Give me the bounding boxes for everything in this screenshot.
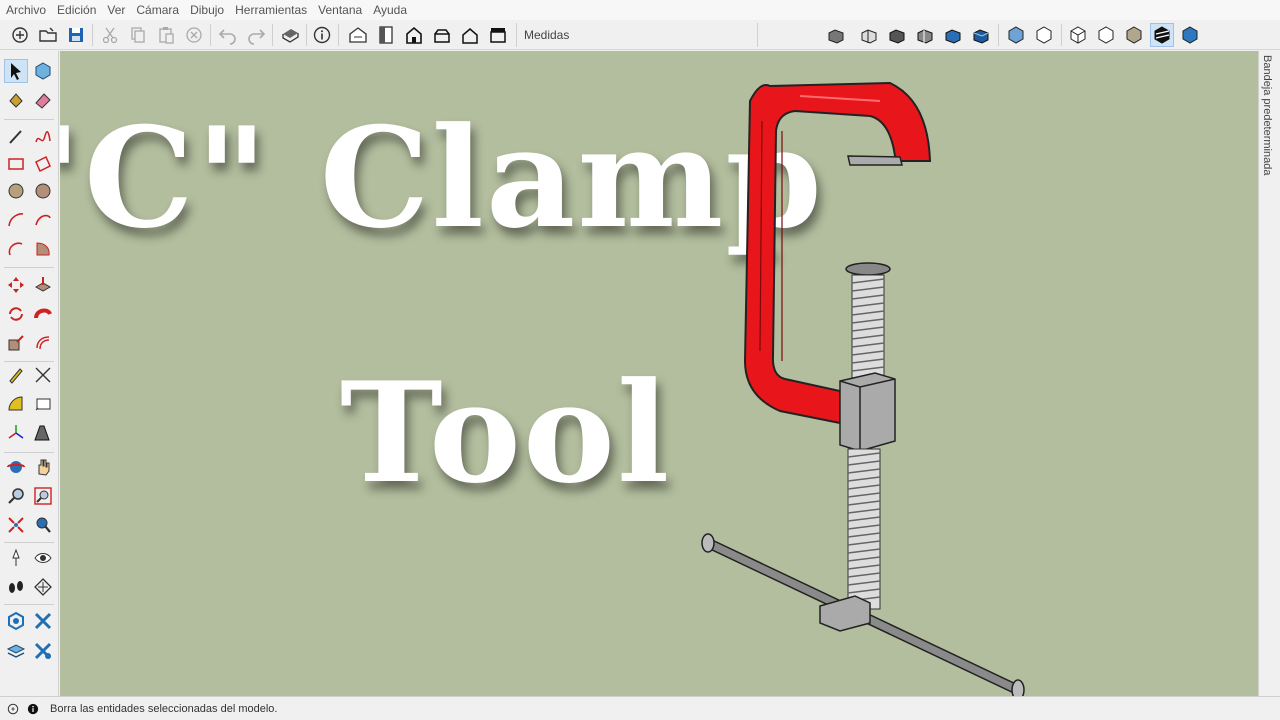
menu-dibujo[interactable]: Dibujo: [190, 3, 224, 17]
rectangle-icon[interactable]: [4, 152, 28, 176]
model-viewport[interactable]: "C" Clamp Tool: [60, 51, 1258, 696]
rotate-icon[interactable]: [4, 302, 28, 326]
make-component-icon[interactable]: [31, 59, 55, 83]
default-tray[interactable]: Bandeja predeterminada: [1258, 51, 1280, 696]
status-bar: Borra las entidades seleccionadas del mo…: [0, 696, 1280, 720]
iso-view-icon[interactable]: [346, 23, 370, 47]
cube-white-icon[interactable]: [1032, 23, 1056, 47]
tray-label[interactable]: Bandeja predeterminada: [1261, 55, 1273, 175]
select-arrow-icon[interactable]: [4, 59, 28, 83]
front-view-icon[interactable]: [402, 23, 426, 47]
orbit-icon[interactable]: [4, 455, 28, 479]
freehand-icon[interactable]: [31, 125, 55, 149]
overlay-title-line2: Tool: [340, 351, 672, 514]
menu-herramientas[interactable]: Herramientas: [235, 3, 307, 17]
move-icon[interactable]: [4, 273, 28, 297]
swivel-pad: [845, 262, 891, 276]
paste-icon[interactable]: [154, 23, 178, 47]
walk-icon[interactable]: [4, 575, 28, 599]
look-around-icon[interactable]: [31, 546, 55, 570]
model-info-icon[interactable]: [310, 23, 334, 47]
copy-icon[interactable]: [126, 23, 150, 47]
menu-edicion[interactable]: Edición: [57, 3, 96, 17]
top-view-icon[interactable]: [374, 23, 398, 47]
menu-ver[interactable]: Ver: [107, 3, 125, 17]
back-edges-style-icon[interactable]: [857, 23, 881, 47]
zoom-extents-icon[interactable]: [4, 513, 28, 537]
main-toolbar: Medidas: [0, 20, 1280, 50]
left-toolbar: [0, 51, 59, 696]
cube-striped-icon[interactable]: [1150, 23, 1174, 47]
section-plane-icon[interactable]: [31, 575, 55, 599]
text-icon[interactable]: [31, 392, 55, 416]
offset-icon[interactable]: [31, 331, 55, 355]
pencil-line-icon[interactable]: [4, 125, 28, 149]
redo-icon[interactable]: [244, 23, 268, 47]
print-icon[interactable]: [278, 23, 302, 47]
geo-location-icon[interactable]: [6, 702, 20, 716]
previous-view-icon[interactable]: [31, 513, 55, 537]
protractor-icon[interactable]: [4, 392, 28, 416]
hidden-line-style-icon[interactable]: [913, 23, 937, 47]
shaded-style-icon[interactable]: [941, 23, 965, 47]
paint-bucket-icon[interactable]: [4, 88, 28, 112]
follow-me-icon[interactable]: [31, 302, 55, 326]
eraser-icon[interactable]: [31, 88, 55, 112]
info-icon[interactable]: [26, 702, 40, 716]
layers-icon[interactable]: [4, 639, 28, 663]
status-message: Borra las entidades seleccionadas del mo…: [50, 702, 278, 715]
clamp-frame: [743, 81, 932, 425]
cube-blue-icon[interactable]: [1004, 23, 1028, 47]
push-pull-icon[interactable]: [31, 273, 55, 297]
measures-label: Medidas: [524, 28, 570, 42]
dimension-icon[interactable]: [31, 363, 55, 387]
3d-text-icon[interactable]: [31, 421, 55, 445]
three-point-arc-icon[interactable]: [4, 237, 28, 261]
tape-measure-icon[interactable]: [4, 363, 28, 387]
two-point-arc-icon[interactable]: [31, 208, 55, 232]
left-view-icon[interactable]: [486, 23, 510, 47]
open-folder-icon[interactable]: [36, 23, 60, 47]
xray-style-icon[interactable]: [824, 23, 848, 47]
cube-shaded-blue-icon[interactable]: [1178, 23, 1202, 47]
textured-style-icon[interactable]: [969, 23, 993, 47]
menu-camara[interactable]: Cámara: [136, 3, 179, 17]
cube-outline-icon[interactable]: [1066, 23, 1090, 47]
right-view-icon[interactable]: [430, 23, 454, 47]
wireframe-style-icon[interactable]: [885, 23, 909, 47]
extension-manager-icon[interactable]: [31, 639, 55, 663]
rotated-rectangle-icon[interactable]: [31, 152, 55, 176]
extension-warehouse-icon[interactable]: [31, 609, 55, 633]
position-camera-icon[interactable]: [4, 546, 28, 570]
c-clamp-model: [701, 81, 1025, 696]
cube-grey-icon[interactable]: [1122, 23, 1146, 47]
cut-icon[interactable]: [98, 23, 122, 47]
scale-icon[interactable]: [4, 331, 28, 355]
pie-icon[interactable]: [31, 237, 55, 261]
save-icon[interactable]: [64, 23, 88, 47]
cube-flat-icon[interactable]: [1094, 23, 1118, 47]
back-view-icon[interactable]: [458, 23, 482, 47]
axes-icon[interactable]: [4, 421, 28, 445]
circle-icon[interactable]: [4, 179, 28, 203]
menu-ventana[interactable]: Ventana: [318, 3, 362, 17]
zoom-window-icon[interactable]: [31, 484, 55, 508]
menu-archivo[interactable]: Archivo: [6, 3, 46, 17]
undo-icon[interactable]: [216, 23, 240, 47]
pan-hand-icon[interactable]: [31, 455, 55, 479]
polygon-icon[interactable]: [31, 179, 55, 203]
new-file-icon[interactable]: [8, 23, 32, 47]
menubar: Archivo Edición Ver Cámara Dibujo Herram…: [0, 0, 1280, 20]
erase-icon[interactable]: [182, 23, 206, 47]
warehouse-icon[interactable]: [4, 609, 28, 633]
arc-icon[interactable]: [4, 208, 28, 232]
zoom-icon[interactable]: [4, 484, 28, 508]
menu-ayuda[interactable]: Ayuda: [373, 3, 407, 17]
